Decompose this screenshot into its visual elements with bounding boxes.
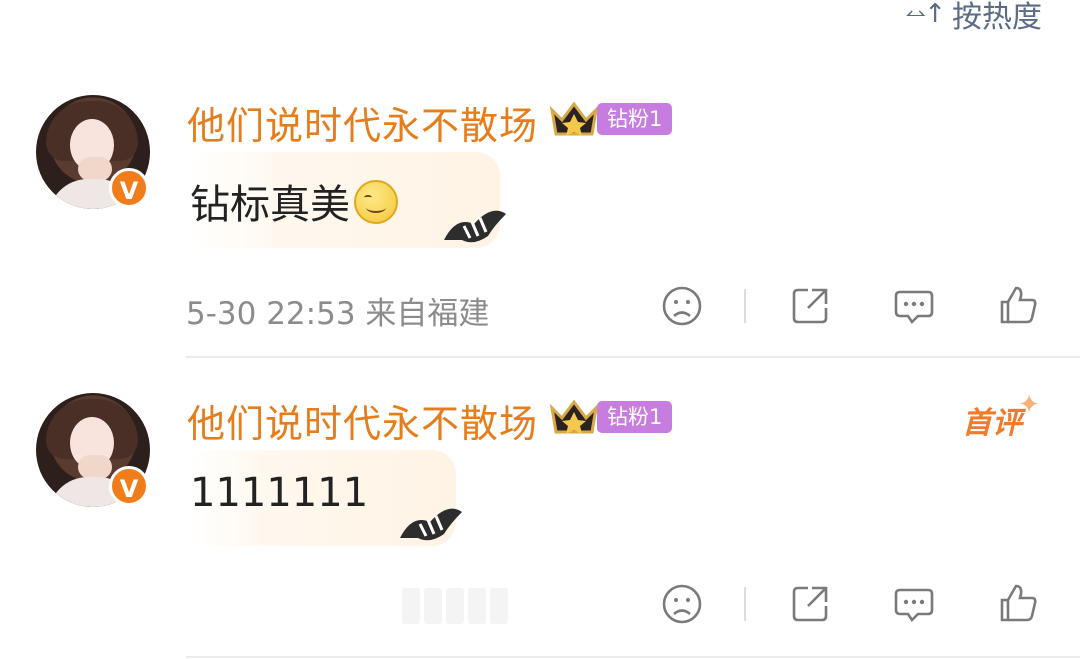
fan-level-badge: 钻粉1 bbox=[597, 401, 673, 433]
username[interactable]: 他们说时代永不散场 bbox=[187, 95, 538, 150]
like-thumb-icon[interactable] bbox=[996, 582, 1040, 626]
reply-comment-icon[interactable] bbox=[892, 284, 936, 328]
sort-label: 按热度 bbox=[952, 0, 1042, 35]
verified-badge-icon: V bbox=[109, 168, 149, 208]
share-icon[interactable] bbox=[788, 284, 832, 328]
like-thumb-icon[interactable] bbox=[996, 284, 1040, 328]
comment-item: V 他们说时代永不散场 钻粉1 首评 ✦ 1111111 bbox=[0, 388, 1080, 659]
first-comment-badge: 首评 ✦ bbox=[962, 390, 1040, 441]
dislike-face-icon[interactable] bbox=[660, 582, 704, 626]
comment-divider bbox=[186, 356, 1080, 358]
comment-text: 钻标真美 bbox=[190, 182, 350, 228]
comment-timestamp: 5-30 22:53 来自福建 bbox=[186, 296, 490, 332]
comment-meta bbox=[186, 584, 1040, 628]
comment-actions bbox=[660, 582, 1040, 626]
comment-location: 来自福建 bbox=[365, 296, 490, 332]
comment-divider bbox=[186, 656, 1080, 658]
smile-emoji-icon bbox=[354, 180, 398, 224]
verified-badge-icon: V bbox=[109, 466, 149, 506]
sort-icon: ⥎↑ bbox=[905, 0, 946, 29]
comment-bubble: 1111111 bbox=[186, 450, 462, 546]
comment-item: V 他们说时代永不散场 钻粉1 钻标真美 5-30 22:53 来自福建 bbox=[0, 90, 1080, 362]
sparkle-icon: ✦ bbox=[1018, 390, 1040, 420]
divider bbox=[744, 289, 746, 323]
butterfly-decoration-icon bbox=[400, 508, 462, 541]
comment-bubble: 钻标真美 bbox=[186, 152, 506, 248]
fan-level-badge: 钻粉1 bbox=[597, 103, 673, 135]
butterfly-decoration-icon bbox=[444, 210, 506, 243]
username[interactable]: 他们说时代永不散场 bbox=[187, 393, 538, 448]
reply-comment-icon[interactable] bbox=[892, 582, 936, 626]
sort-by-hot-button[interactable]: ⥎↑ 按热度 bbox=[905, 0, 1042, 36]
comment-actions bbox=[660, 284, 1040, 328]
crown-icon bbox=[549, 399, 599, 434]
divider bbox=[744, 587, 746, 621]
share-icon[interactable] bbox=[788, 582, 832, 626]
dislike-face-icon[interactable] bbox=[660, 284, 704, 328]
crown-icon bbox=[549, 101, 599, 136]
comment-meta: 5-30 22:53 来自福建 bbox=[186, 286, 1040, 332]
comment-text: 1111111 bbox=[190, 470, 369, 516]
